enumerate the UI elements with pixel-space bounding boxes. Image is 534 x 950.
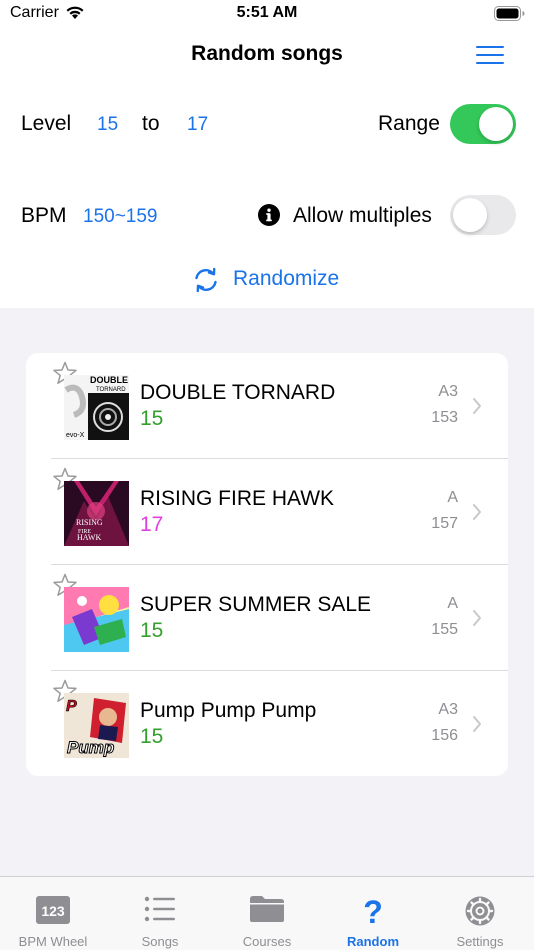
song-row[interactable]: P Pump Pump Pump Pump 15 A3 156	[26, 671, 508, 777]
tab-label: Songs	[141, 934, 179, 949]
page-title: Random songs	[191, 42, 343, 65]
svg-text:123: 123	[41, 903, 65, 919]
svg-text:?: ?	[363, 895, 383, 927]
top-panel: Carrier 5:51 AM Random songs Level 15 to…	[0, 0, 534, 308]
tab-bar: 123 BPM Wheel Songs Courses ? Random Set…	[0, 876, 534, 950]
song-level: 15	[140, 407, 164, 430]
chevron-right-icon	[473, 504, 481, 520]
svg-text:evo-X: evo-X	[66, 432, 85, 439]
song-title: Pump Pump Pump	[140, 699, 317, 722]
song-chart-type: A	[447, 595, 458, 612]
song-bpm: 156	[431, 727, 458, 744]
tab-random[interactable]: ? Random	[320, 877, 426, 950]
song-jacket: DOUBLE TORNARD evo-X	[64, 375, 129, 440]
tab-label: Random	[347, 934, 399, 949]
song-title: DOUBLE TORNARD	[140, 381, 336, 404]
svg-text:DOUBLE: DOUBLE	[90, 375, 128, 385]
jacket-art	[64, 587, 129, 652]
song-jacket: RISING FIRE HAWK	[64, 481, 129, 546]
allow-multiples-toggle[interactable]	[450, 195, 516, 235]
song-title: RISING FIRE HAWK	[140, 487, 335, 510]
song-jacket: P Pump	[64, 693, 129, 758]
tab-label: BPM Wheel	[18, 934, 88, 949]
song-bpm: 157	[431, 515, 458, 532]
info-icon[interactable]	[258, 204, 280, 226]
level-to-value[interactable]: 17	[187, 114, 208, 136]
song-list: DOUBLE TORNARD evo-X DOUBLE TORNARD 15 A…	[26, 353, 508, 776]
jacket-art: P Pump	[64, 693, 129, 758]
gear-icon	[465, 896, 495, 926]
song-level: 15	[140, 725, 164, 748]
chevron-right-icon	[473, 716, 481, 732]
tab-bpm-wheel[interactable]: 123 BPM Wheel	[0, 877, 106, 950]
status-bar: Carrier 5:51 AM	[0, 0, 534, 30]
to-label: to	[142, 112, 160, 135]
song-level: 17	[140, 513, 164, 536]
tab-settings[interactable]: Settings	[427, 877, 533, 950]
svg-text:HAWK: HAWK	[77, 533, 101, 542]
range-label: Range	[378, 112, 440, 135]
song-bpm: 155	[431, 621, 458, 638]
song-title: SUPER SUMMER SALE	[140, 593, 372, 616]
svg-text:TORNARD: TORNARD	[96, 387, 126, 393]
range-toggle[interactable]	[450, 104, 516, 144]
hamburger-icon-line	[476, 54, 504, 56]
bpm-value[interactable]: 150~159	[83, 206, 158, 228]
hamburger-icon-line	[476, 62, 504, 64]
svg-text:Pump: Pump	[67, 738, 114, 757]
jacket-art: DOUBLE TORNARD evo-X	[64, 375, 129, 440]
tab-label: Settings	[456, 934, 504, 949]
toggle-knob	[479, 107, 513, 141]
chevron-right-icon	[473, 398, 481, 414]
tab-songs[interactable]: Songs	[107, 877, 213, 950]
svg-text:RISING: RISING	[76, 518, 103, 527]
question-icon: ?	[363, 895, 383, 927]
svg-text:P: P	[66, 698, 77, 715]
song-level: 15	[140, 619, 164, 642]
level-label: Level	[21, 112, 72, 135]
song-bpm: 153	[431, 409, 458, 426]
song-chart-type: A3	[438, 383, 458, 400]
toggle-knob	[453, 198, 487, 232]
tab-label: Courses	[242, 934, 292, 949]
tab-courses[interactable]: Courses	[214, 877, 320, 950]
bpm-wheel-icon: 123	[36, 896, 70, 924]
bpm-label: BPM	[21, 204, 67, 227]
randomize-label: Randomize	[233, 267, 340, 290]
folder-icon	[250, 896, 284, 922]
chevron-right-icon	[473, 610, 481, 626]
song-row[interactable]: SUPER SUMMER SALE 15 A 155	[26, 565, 508, 671]
jacket-art: RISING FIRE HAWK	[64, 481, 129, 546]
song-chart-type: A3	[438, 701, 458, 718]
song-chart-type: A	[447, 489, 458, 506]
allow-multiples-label: Allow multiples	[293, 204, 432, 227]
song-jacket	[64, 587, 129, 652]
battery-icon	[494, 6, 525, 21]
clock: 5:51 AM	[236, 4, 298, 21]
level-from-value[interactable]: 15	[97, 114, 118, 136]
song-row[interactable]: RISING FIRE HAWK RISING FIRE HAWK 17 A 1…	[26, 459, 508, 565]
refresh-icon	[195, 267, 217, 293]
song-row[interactable]: DOUBLE TORNARD evo-X DOUBLE TORNARD 15 A…	[26, 353, 508, 459]
menu-button[interactable]	[474, 44, 506, 66]
hamburger-icon	[476, 46, 504, 48]
list-icon	[144, 896, 175, 922]
